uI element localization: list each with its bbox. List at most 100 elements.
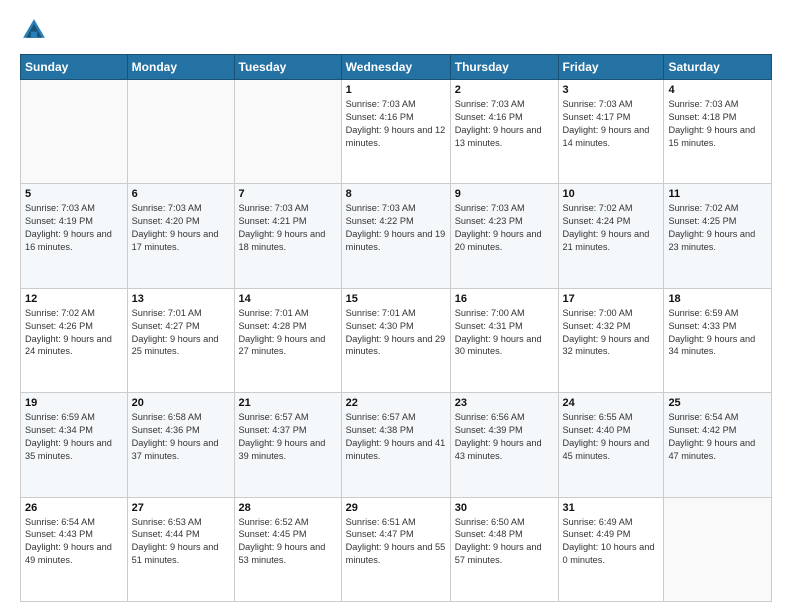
calendar-cell: 7 Sunrise: 7:03 AM Sunset: 4:21 PM Daylig… — [234, 184, 341, 288]
day-info: Sunrise: 6:55 AM Sunset: 4:40 PM Dayligh… — [563, 411, 660, 463]
day-number: 3 — [563, 84, 660, 96]
calendar-cell: 22 Sunrise: 6:57 AM Sunset: 4:38 PM Dayli… — [341, 393, 450, 497]
calendar-cell: 2 Sunrise: 7:03 AM Sunset: 4:16 PM Daylig… — [450, 80, 558, 184]
day-info: Sunrise: 6:59 AM Sunset: 4:33 PM Dayligh… — [668, 307, 767, 359]
calendar-cell: 1Sunrise: 7:03 AM Sunset: 4:16 PM Daylig… — [341, 80, 450, 184]
calendar-cell: 23 Sunrise: 6:56 AM Sunset: 4:39 PM Dayli… — [450, 393, 558, 497]
week-row-2: 5 Sunrise: 7:03 AM Sunset: 4:19 PM Daylig… — [21, 184, 772, 288]
calendar-cell: 5 Sunrise: 7:03 AM Sunset: 4:19 PM Daylig… — [21, 184, 128, 288]
day-number: 21 — [239, 397, 337, 409]
day-info: Sunrise: 6:54 AM Sunset: 4:42 PM Dayligh… — [668, 411, 767, 463]
day-number: 2 — [455, 84, 554, 96]
calendar-cell: 6 Sunrise: 7:03 AM Sunset: 4:20 PM Daylig… — [127, 184, 234, 288]
day-number: 23 — [455, 397, 554, 409]
calendar-cell: 11 Sunrise: 7:02 AM Sunset: 4:25 PM Dayli… — [664, 184, 772, 288]
day-info: Sunrise: 7:03 AM Sunset: 4:23 PM Dayligh… — [455, 202, 554, 254]
day-info: Sunrise: 7:01 AM Sunset: 4:27 PM Dayligh… — [132, 307, 230, 359]
day-number: 16 — [455, 293, 554, 305]
day-info: Sunrise: 7:03 AM Sunset: 4:19 PM Dayligh… — [25, 202, 123, 254]
day-info: Sunrise: 7:00 AM Sunset: 4:31 PM Dayligh… — [455, 307, 554, 359]
day-number: 11 — [668, 188, 767, 200]
calendar: SundayMondayTuesdayWednesdayThursdayFrid… — [20, 54, 772, 602]
calendar-cell: 12Sunrise: 7:02 AM Sunset: 4:26 PM Dayli… — [21, 288, 128, 392]
day-header-sunday: Sunday — [21, 55, 128, 80]
calendar-header: SundayMondayTuesdayWednesdayThursdayFrid… — [21, 55, 772, 80]
day-number: 25 — [668, 397, 767, 409]
day-info: Sunrise: 6:57 AM Sunset: 4:38 PM Dayligh… — [346, 411, 446, 463]
day-info: Sunrise: 6:50 AM Sunset: 4:48 PM Dayligh… — [455, 516, 554, 568]
calendar-cell: 31 Sunrise: 6:49 AM Sunset: 4:49 PM Dayli… — [558, 497, 664, 601]
calendar-cell: 19Sunrise: 6:59 AM Sunset: 4:34 PM Dayli… — [21, 393, 128, 497]
logo — [20, 16, 52, 44]
day-info: Sunrise: 7:02 AM Sunset: 4:25 PM Dayligh… — [668, 202, 767, 254]
day-header-monday: Monday — [127, 55, 234, 80]
day-number: 9 — [455, 188, 554, 200]
calendar-cell: 9 Sunrise: 7:03 AM Sunset: 4:23 PM Daylig… — [450, 184, 558, 288]
day-number: 26 — [25, 502, 123, 514]
calendar-body: 1Sunrise: 7:03 AM Sunset: 4:16 PM Daylig… — [21, 80, 772, 602]
day-info: Sunrise: 7:01 AM Sunset: 4:30 PM Dayligh… — [346, 307, 446, 359]
calendar-cell: 15 Sunrise: 7:01 AM Sunset: 4:30 PM Dayli… — [341, 288, 450, 392]
calendar-cell: 27Sunrise: 6:53 AM Sunset: 4:44 PM Dayli… — [127, 497, 234, 601]
day-number: 22 — [346, 397, 446, 409]
page: SundayMondayTuesdayWednesdayThursdayFrid… — [0, 0, 792, 612]
day-info: Sunrise: 7:03 AM Sunset: 4:16 PM Dayligh… — [455, 98, 554, 150]
calendar-cell — [234, 80, 341, 184]
calendar-cell: 18 Sunrise: 6:59 AM Sunset: 4:33 PM Dayli… — [664, 288, 772, 392]
calendar-cell: 14Sunrise: 7:01 AM Sunset: 4:28 PM Dayli… — [234, 288, 341, 392]
day-info: Sunrise: 6:51 AM Sunset: 4:47 PM Dayligh… — [346, 516, 446, 568]
day-info: Sunrise: 6:56 AM Sunset: 4:39 PM Dayligh… — [455, 411, 554, 463]
week-row-1: 1Sunrise: 7:03 AM Sunset: 4:16 PM Daylig… — [21, 80, 772, 184]
day-number: 17 — [563, 293, 660, 305]
week-row-4: 19Sunrise: 6:59 AM Sunset: 4:34 PM Dayli… — [21, 393, 772, 497]
day-info: Sunrise: 6:57 AM Sunset: 4:37 PM Dayligh… — [239, 411, 337, 463]
calendar-cell: 29 Sunrise: 6:51 AM Sunset: 4:47 PM Dayli… — [341, 497, 450, 601]
calendar-cell: 16 Sunrise: 7:00 AM Sunset: 4:31 PM Dayli… — [450, 288, 558, 392]
day-info: Sunrise: 6:54 AM Sunset: 4:43 PM Dayligh… — [25, 516, 123, 568]
day-number: 6 — [132, 188, 230, 200]
calendar-cell: 8Sunrise: 7:03 AM Sunset: 4:22 PM Daylig… — [341, 184, 450, 288]
day-info: Sunrise: 6:58 AM Sunset: 4:36 PM Dayligh… — [132, 411, 230, 463]
day-number: 20 — [132, 397, 230, 409]
day-number: 8 — [346, 188, 446, 200]
day-number: 15 — [346, 293, 446, 305]
day-number: 5 — [25, 188, 123, 200]
day-number: 30 — [455, 502, 554, 514]
day-info: Sunrise: 7:03 AM Sunset: 4:17 PM Dayligh… — [563, 98, 660, 150]
day-info: Sunrise: 7:03 AM Sunset: 4:18 PM Dayligh… — [668, 98, 767, 150]
day-number: 28 — [239, 502, 337, 514]
day-info: Sunrise: 7:03 AM Sunset: 4:16 PM Dayligh… — [346, 98, 446, 150]
calendar-cell: 20 Sunrise: 6:58 AM Sunset: 4:36 PM Dayli… — [127, 393, 234, 497]
day-info: Sunrise: 7:02 AM Sunset: 4:24 PM Dayligh… — [563, 202, 660, 254]
day-info: Sunrise: 7:00 AM Sunset: 4:32 PM Dayligh… — [563, 307, 660, 359]
day-number: 14 — [239, 293, 337, 305]
calendar-cell: 30 Sunrise: 6:50 AM Sunset: 4:48 PM Dayli… — [450, 497, 558, 601]
calendar-cell: 10Sunrise: 7:02 AM Sunset: 4:24 PM Dayli… — [558, 184, 664, 288]
day-number: 18 — [668, 293, 767, 305]
day-number: 7 — [239, 188, 337, 200]
calendar-cell — [21, 80, 128, 184]
day-info: Sunrise: 7:03 AM Sunset: 4:20 PM Dayligh… — [132, 202, 230, 254]
days-of-week-row: SundayMondayTuesdayWednesdayThursdayFrid… — [21, 55, 772, 80]
day-number: 19 — [25, 397, 123, 409]
day-number: 24 — [563, 397, 660, 409]
calendar-cell: 13Sunrise: 7:01 AM Sunset: 4:27 PM Dayli… — [127, 288, 234, 392]
week-row-3: 12Sunrise: 7:02 AM Sunset: 4:26 PM Dayli… — [21, 288, 772, 392]
calendar-cell: 28Sunrise: 6:52 AM Sunset: 4:45 PM Dayli… — [234, 497, 341, 601]
week-row-5: 26 Sunrise: 6:54 AM Sunset: 4:43 PM Dayli… — [21, 497, 772, 601]
logo-icon — [20, 16, 48, 44]
day-number: 31 — [563, 502, 660, 514]
day-number: 29 — [346, 502, 446, 514]
day-number: 4 — [668, 84, 767, 96]
calendar-cell — [664, 497, 772, 601]
day-header-saturday: Saturday — [664, 55, 772, 80]
day-info: Sunrise: 6:49 AM Sunset: 4:49 PM Dayligh… — [563, 516, 660, 568]
day-header-wednesday: Wednesday — [341, 55, 450, 80]
calendar-cell: 24 Sunrise: 6:55 AM Sunset: 4:40 PM Dayli… — [558, 393, 664, 497]
calendar-cell: 17 Sunrise: 7:00 AM Sunset: 4:32 PM Dayli… — [558, 288, 664, 392]
day-info: Sunrise: 7:03 AM Sunset: 4:21 PM Dayligh… — [239, 202, 337, 254]
day-header-friday: Friday — [558, 55, 664, 80]
calendar-cell: 4 Sunrise: 7:03 AM Sunset: 4:18 PM Daylig… — [664, 80, 772, 184]
day-number: 12 — [25, 293, 123, 305]
day-header-thursday: Thursday — [450, 55, 558, 80]
